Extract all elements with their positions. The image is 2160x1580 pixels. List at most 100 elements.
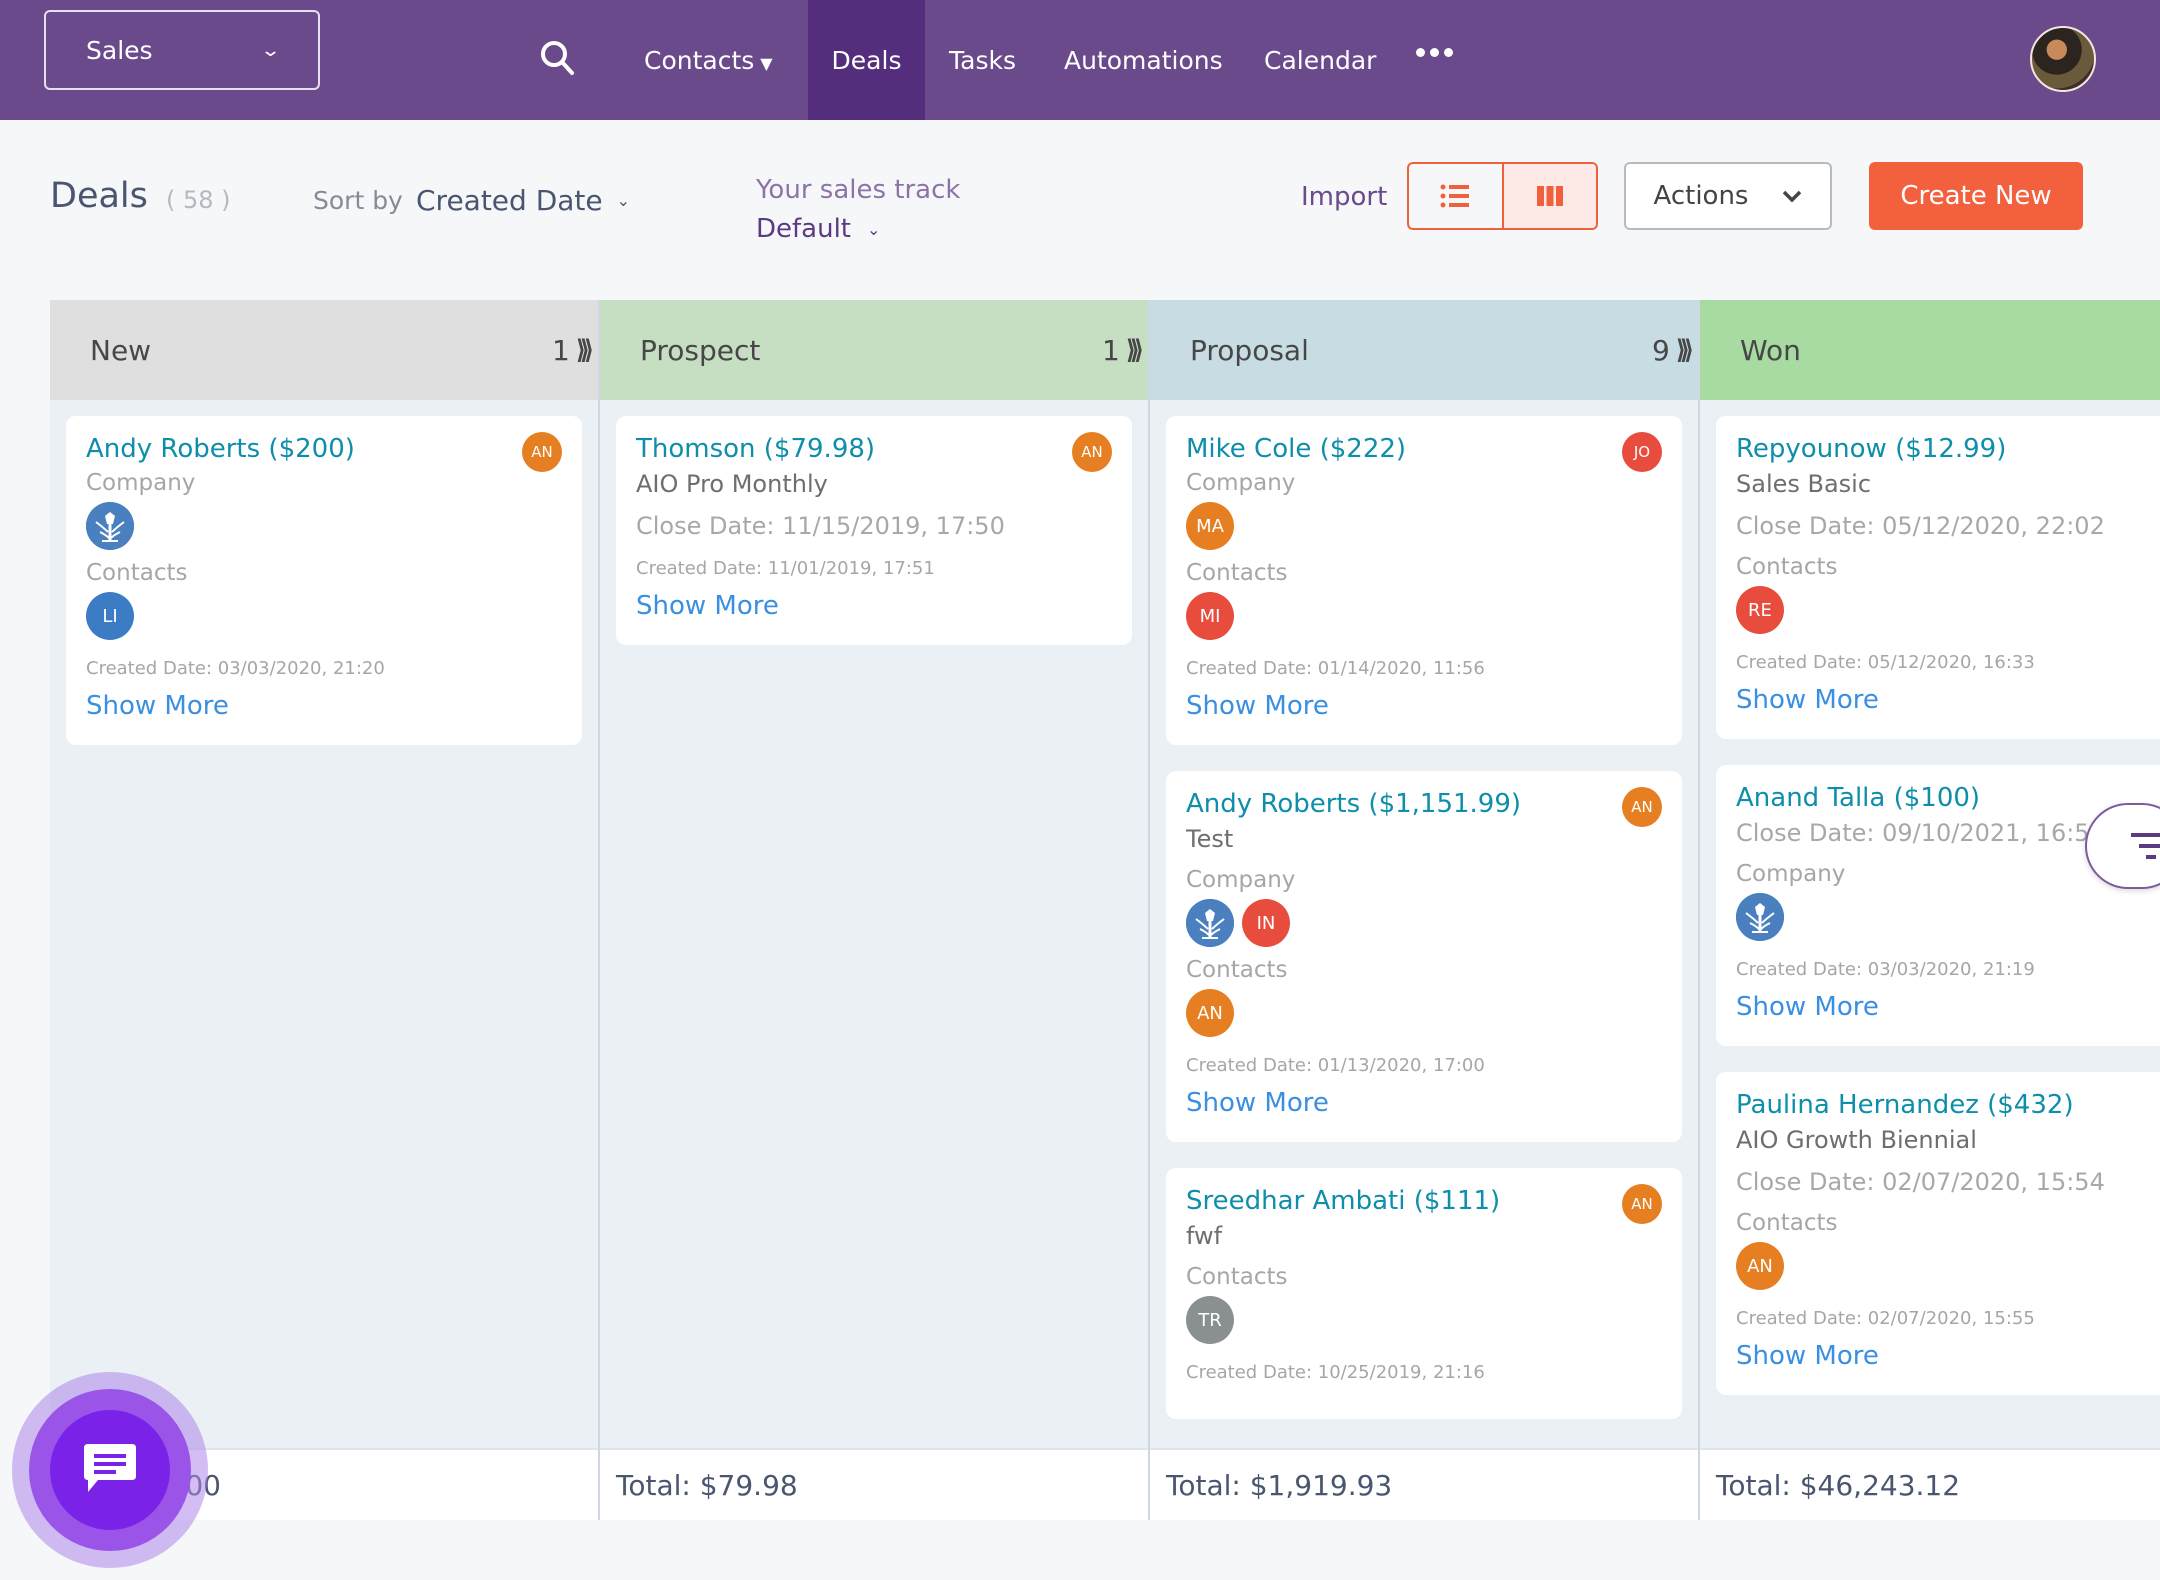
chevron-down-icon: ⌄ bbox=[867, 219, 881, 239]
chevron-down-icon bbox=[1783, 190, 1802, 203]
columns-icon bbox=[1536, 186, 1563, 206]
deal-product: fwf bbox=[1186, 1222, 1223, 1250]
show-more-link[interactable]: Show More bbox=[1736, 685, 1879, 715]
deal-card[interactable]: Anand Talla ($100) Close Date: 09/10/2021… bbox=[1716, 765, 2160, 1046]
sort-by-label: Sort by bbox=[313, 186, 403, 215]
column-cards: Mike Cole ($222) JO Company MA Contacts MI Cre… bbox=[1150, 400, 1698, 1448]
actions-dropdown[interactable]: Actions bbox=[1624, 162, 1832, 230]
deal-title-link[interactable]: Mike Cole ($222) bbox=[1186, 434, 1406, 464]
column-cards: Thomson ($79.98) AN AIO Pro Monthly Close D… bbox=[600, 400, 1148, 1448]
column-cards: Repyounow ($12.99) Sales Basic Close Date:… bbox=[1700, 400, 2160, 1448]
owner-avatar[interactable]: AN bbox=[522, 432, 562, 472]
nav-calendar[interactable]: Calendar bbox=[1240, 0, 1400, 120]
deal-product: Sales Basic bbox=[1736, 470, 1872, 498]
deal-card[interactable]: Thomson ($79.98) AN AIO Pro Monthly Close D… bbox=[616, 416, 1132, 645]
show-more-link[interactable]: Show More bbox=[86, 691, 229, 721]
sort-by-value: Created Date bbox=[416, 184, 603, 217]
ellipsis-icon[interactable] bbox=[1416, 48, 1453, 57]
sales-track-dropdown[interactable]: Default ⌄ bbox=[756, 214, 880, 244]
deal-created-date: Created Date: 10/25/2019, 21:16 bbox=[1186, 1362, 1485, 1383]
deal-title-link[interactable]: Repyounow ($12.99) bbox=[1736, 434, 2006, 464]
column-header: Won 4 ⟩⟩⟩ bbox=[1700, 300, 2160, 400]
deal-count: ( 58 ) bbox=[166, 186, 231, 214]
contacts-label: Contacts bbox=[1186, 957, 1288, 983]
contact-avatar[interactable]: MI bbox=[1186, 592, 1234, 640]
column-count-value: 9 bbox=[1652, 333, 1670, 367]
list-view-button[interactable] bbox=[1409, 164, 1502, 228]
show-more-link[interactable]: Show More bbox=[1186, 1088, 1329, 1118]
chat-icon bbox=[84, 1444, 136, 1492]
sales-track-label: Your sales track bbox=[756, 175, 961, 205]
company-logo-icon[interactable] bbox=[1736, 893, 1784, 941]
contact-avatar[interactable]: RE bbox=[1736, 586, 1784, 634]
create-new-button[interactable]: Create New bbox=[1869, 162, 2083, 230]
contact-chips: RE bbox=[1736, 586, 2160, 634]
deal-title-link[interactable]: Thomson ($79.98) bbox=[636, 434, 875, 464]
company-label: Company bbox=[1186, 867, 1296, 893]
owner-avatar[interactable]: JO bbox=[1622, 432, 1662, 472]
nav-deals-label: Deals bbox=[831, 45, 902, 75]
chevron-down-icon: ▼ bbox=[760, 53, 773, 73]
import-link[interactable]: Import bbox=[1301, 182, 1387, 212]
contacts-label: Contacts bbox=[1736, 1210, 1838, 1236]
owner-avatar[interactable]: AN bbox=[1622, 787, 1662, 827]
column-count: 1 ⟩⟩⟩ bbox=[1102, 334, 1144, 367]
nav-automations[interactable]: Automations bbox=[1040, 0, 1247, 120]
deal-card[interactable]: Paulina Hernandez ($432) AIO Growth Bienn… bbox=[1716, 1072, 2160, 1395]
column-new: New 1 ⟩⟩⟩ Andy Roberts ($200) AN Company Co… bbox=[50, 300, 600, 1520]
company-chips: IN bbox=[1186, 899, 1662, 947]
search-icon[interactable] bbox=[538, 38, 578, 78]
deal-title-link[interactable]: Paulina Hernandez ($432) bbox=[1736, 1090, 2074, 1120]
company-logo-icon[interactable] bbox=[1186, 899, 1234, 947]
app-switcher-dropdown[interactable]: Sales ⌄ bbox=[44, 10, 320, 90]
column-title: Prospect bbox=[640, 333, 761, 367]
nav-tasks[interactable]: Tasks bbox=[925, 0, 1040, 120]
owner-avatar[interactable]: AN bbox=[1622, 1184, 1662, 1224]
chat-widget-ring bbox=[29, 1389, 191, 1551]
nav-deals[interactable]: Deals bbox=[808, 0, 925, 120]
company-logo-icon[interactable] bbox=[86, 502, 134, 550]
column-prospect: Prospect 1 ⟩⟩⟩ Thomson ($79.98) AN AIO Pro… bbox=[600, 300, 1150, 1520]
board-view-button[interactable] bbox=[1501, 164, 1596, 228]
deal-close-date: Close Date: 05/12/2020, 22:02 bbox=[1736, 512, 2105, 540]
deal-created-date: Created Date: 05/12/2020, 16:33 bbox=[1736, 652, 2035, 673]
contacts-label: Contacts bbox=[1186, 1264, 1288, 1290]
show-more-link[interactable]: Show More bbox=[1736, 1341, 1879, 1371]
chat-widget-button[interactable] bbox=[12, 1372, 208, 1568]
deal-title-link[interactable]: Andy Roberts ($200) bbox=[86, 434, 355, 464]
deal-card[interactable]: Mike Cole ($222) JO Company MA Contacts MI Cre… bbox=[1166, 416, 1682, 745]
nav-contacts[interactable]: Contacts ▼ bbox=[620, 0, 797, 120]
show-more-link[interactable]: Show More bbox=[636, 591, 779, 621]
chevrons-right-icon[interactable]: ⟩⟩⟩ bbox=[1126, 335, 1144, 365]
deal-title-link[interactable]: Anand Talla ($100) bbox=[1736, 783, 1980, 813]
deal-title-link[interactable]: Andy Roberts ($1,151.99) bbox=[1186, 789, 1521, 819]
deal-card[interactable]: Sreedhar Ambati ($111) AN fwf Contacts TR Cre… bbox=[1166, 1168, 1682, 1419]
top-navigation: Sales ⌄ Contacts ▼ Deals Tasks Automatio… bbox=[0, 0, 2160, 120]
contact-avatar[interactable]: AN bbox=[1186, 989, 1234, 1037]
chevrons-right-icon[interactable]: ⟩⟩⟩ bbox=[1676, 335, 1694, 365]
company-avatar[interactable]: IN bbox=[1242, 899, 1290, 947]
chevrons-right-icon[interactable]: ⟩⟩⟩ bbox=[576, 335, 594, 365]
filter-icon bbox=[2131, 833, 2160, 859]
column-header: New 1 ⟩⟩⟩ bbox=[50, 300, 598, 400]
deal-card[interactable]: Repyounow ($12.99) Sales Basic Close Date:… bbox=[1716, 416, 2160, 739]
company-chips bbox=[1736, 893, 2160, 941]
deal-created-date: Created Date: 03/03/2020, 21:20 bbox=[86, 658, 385, 679]
deals-board: New 1 ⟩⟩⟩ Andy Roberts ($200) AN Company Co… bbox=[50, 300, 2160, 1520]
contact-chips: TR bbox=[1186, 1296, 1662, 1344]
nav-automations-label: Automations bbox=[1064, 45, 1223, 75]
sort-by-dropdown[interactable]: Created Date ⌄ bbox=[416, 184, 630, 217]
column-title: New bbox=[90, 333, 152, 367]
contact-avatar[interactable]: LI bbox=[86, 592, 134, 640]
show-more-link[interactable]: Show More bbox=[1186, 691, 1329, 721]
company-avatar[interactable]: MA bbox=[1186, 502, 1234, 550]
contact-avatar[interactable]: TR bbox=[1186, 1296, 1234, 1344]
deal-title-link[interactable]: Sreedhar Ambati ($111) bbox=[1186, 1186, 1500, 1216]
deal-card[interactable]: Andy Roberts ($200) AN Company Contacts LI Cr… bbox=[66, 416, 582, 745]
user-avatar[interactable] bbox=[2030, 26, 2096, 92]
contact-chips: AN bbox=[1186, 989, 1662, 1037]
contact-avatar[interactable]: AN bbox=[1736, 1242, 1784, 1290]
owner-avatar[interactable]: AN bbox=[1072, 432, 1112, 472]
show-more-link[interactable]: Show More bbox=[1736, 992, 1879, 1022]
deal-card[interactable]: Andy Roberts ($1,151.99) AN Test Company IN C… bbox=[1166, 771, 1682, 1142]
